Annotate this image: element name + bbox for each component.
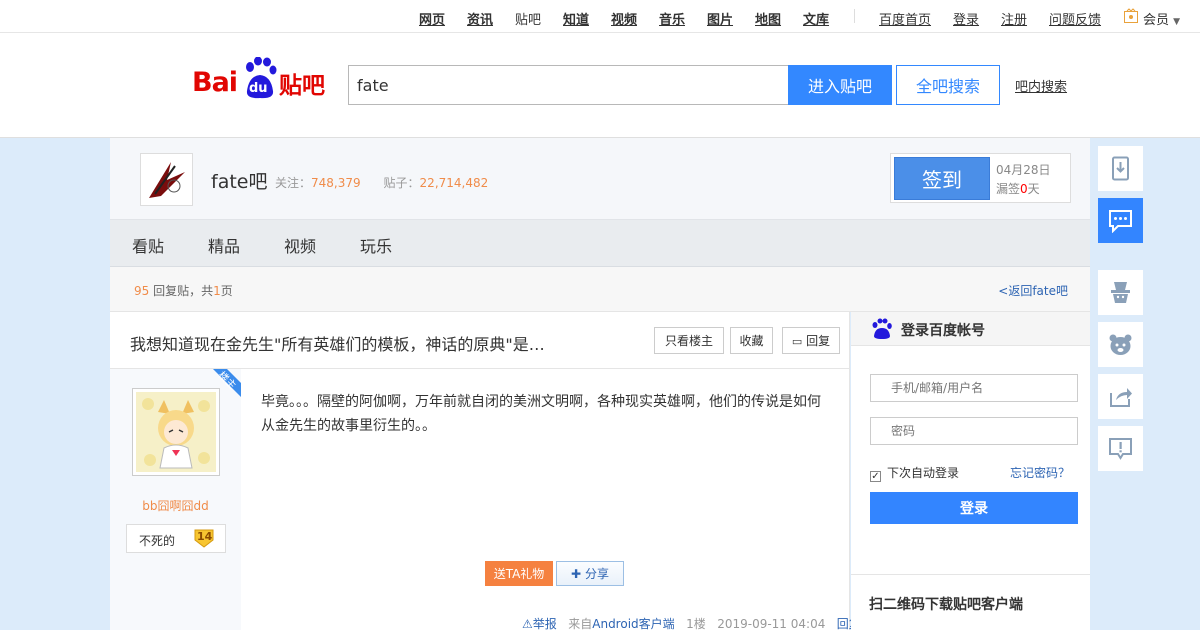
enter-tieba-button[interactable]: 进入贴吧 [788, 65, 892, 105]
baidu-tieba-logo[interactable]: Bai du 贴吧 [192, 55, 332, 103]
sign-in-button[interactable]: 签到 [894, 157, 990, 200]
bear-icon [1109, 334, 1132, 355]
bear-tool[interactable] [1098, 322, 1143, 367]
message-tool[interactable] [1098, 198, 1143, 243]
forgot-password-link[interactable]: 忘记密码？ [1010, 464, 1070, 481]
post-content: 毕竟。。。隔壁的阿伽啊，万年前就自闭的美洲文明啊，各种现实英雄啊，他们的传说是如… [261, 394, 821, 434]
nav-baidu-home[interactable]: 百度首页 [879, 9, 931, 28]
plus-icon: ✚ [571, 567, 582, 581]
report-tool[interactable] [1098, 426, 1143, 471]
message-icon [1109, 210, 1132, 233]
forum-name[interactable]: fate吧 [211, 167, 267, 194]
top-navigation: 网页 资讯 贴吧 知道 视频 音乐 图片 地图 文库 百度首页 登录 注册 问题… [0, 0, 1200, 33]
post-time: 2019-09-11 04:04 [717, 617, 826, 630]
username-input[interactable] [870, 374, 1078, 402]
report-icon [1109, 438, 1132, 460]
nav-wenku[interactable]: 文库 [803, 9, 829, 28]
nav-tieba[interactable]: 贴吧 [515, 9, 541, 28]
nav-map[interactable]: 地图 [755, 9, 781, 28]
back-to-forum-link[interactable]: <返回fate吧 [998, 282, 1068, 299]
post-title: 我想知道现在金先生"所有英雄们的模板，神话的原典"是… [130, 335, 545, 354]
login-header: 登录百度帐号 [851, 312, 1090, 346]
login-panel: 登录百度帐号 ✓下次自动登录 忘记密码？ 登录 扫二维码下载贴吧客户端 [851, 312, 1090, 630]
only-op-button[interactable]: 只看楼主 [654, 327, 724, 354]
nav-video[interactable]: 视频 [611, 9, 637, 28]
forum-stats: 关注：748,379 贴子：22,714,482 [275, 176, 489, 190]
username-link[interactable]: bb囧啊囧dd [110, 497, 241, 514]
comment-icon: ▭ [791, 335, 803, 348]
nav-web[interactable]: 网页 [419, 9, 445, 28]
nav-image[interactable]: 图片 [707, 9, 733, 28]
send-gift-button[interactable]: 送TA礼物 [485, 561, 553, 586]
search-input[interactable] [348, 65, 789, 105]
checkbox-checked-icon: ✓ [870, 471, 881, 482]
all-tieba-search-button[interactable]: 全吧搜索 [896, 65, 1000, 105]
nav-member[interactable]: 会员 ▼ [1143, 9, 1180, 28]
post-title-bar: 我想知道现在金先生"所有英雄们的模板，神话的原典"是… 只看楼主 收藏 ▭ 回复 [110, 312, 850, 369]
member-icon [1123, 8, 1139, 24]
tab-fun[interactable]: 玩乐 [360, 233, 392, 257]
nav-feedback[interactable]: 问题反馈 [1049, 9, 1101, 28]
avatar[interactable] [132, 388, 220, 476]
sign-in-box: 签到 04月28日 漏签0天 [890, 153, 1071, 203]
nav-news[interactable]: 资讯 [467, 9, 493, 28]
tab-featured[interactable]: 精品 [208, 233, 240, 257]
share-tool[interactable] [1098, 374, 1143, 419]
login-title: 登录百度帐号 [901, 323, 985, 339]
download-app-icon [1112, 156, 1129, 181]
forum-avatar[interactable] [140, 153, 193, 206]
collect-button[interactable]: 收藏 [730, 327, 773, 354]
nav-divider [854, 9, 855, 23]
client-link[interactable]: Android客户端 [592, 617, 674, 630]
report-link[interactable]: ⚠举报 [522, 617, 557, 630]
baidu-paw-icon [871, 318, 893, 340]
tab-view-posts[interactable]: 看贴 [132, 233, 164, 257]
share-icon [1110, 388, 1132, 407]
mascot-tool[interactable] [1098, 270, 1143, 315]
share-button[interactable]: ✚ 分享 [556, 561, 624, 586]
nav-register[interactable]: 注册 [1001, 9, 1027, 28]
chevron-down-icon: ▼ [1173, 17, 1181, 27]
tab-video[interactable]: 视频 [284, 233, 316, 257]
sign-date: 04月28日 [996, 163, 1051, 177]
reply-button[interactable]: ▭ 回复 [782, 327, 840, 354]
reply-summary: 95 回复贴，共1页 <返回fate吧 [110, 267, 1090, 312]
mascot-hat-icon [1111, 282, 1130, 303]
user-level[interactable]: 不死的 14 [126, 524, 226, 553]
missed-sign-count: 漏签0天 [996, 182, 1040, 196]
nav-login[interactable]: 登录 [953, 9, 979, 28]
forum-tabs: 看贴 精品 视频 玩乐 [110, 220, 1090, 267]
password-input[interactable] [870, 417, 1078, 445]
level-badge-icon: 14 [193, 528, 215, 548]
post-thread: 我想知道现在金先生"所有英雄们的模板，神话的原典"是… 只看楼主 收藏 ▭ 回复… [110, 312, 861, 630]
forum-header: fate吧 关注：748,379 贴子：22,714,482 签到 04月28日… [110, 138, 1090, 220]
level-name: 不死的 [139, 534, 176, 548]
download-app-tool[interactable] [1098, 146, 1143, 191]
posts-count: 22,714,482 [419, 176, 489, 190]
follow-count: 748,379 [311, 176, 361, 190]
divider [851, 574, 1090, 575]
qr-download-title: 扫二维码下载贴吧客户端 [869, 597, 1023, 613]
nav-music[interactable]: 音乐 [659, 9, 685, 28]
post-footer: ⚠举报 来自Android客户端 1楼 2019-09-11 04:04 回复 [522, 617, 861, 630]
floor-number: 1楼 [686, 617, 706, 630]
nav-zhidao[interactable]: 知道 [563, 9, 589, 28]
login-button[interactable]: 登录 [870, 492, 1078, 524]
header: Bai du 贴吧 进入贴吧 全吧搜索 吧内搜索 [0, 33, 1200, 138]
remember-me-checkbox[interactable]: ✓ 下次自动登录 [870, 464, 959, 482]
warning-icon: ⚠ [522, 617, 533, 630]
in-bar-search-link[interactable]: 吧内搜索 [1015, 76, 1067, 95]
paw-icon: du [243, 56, 277, 101]
